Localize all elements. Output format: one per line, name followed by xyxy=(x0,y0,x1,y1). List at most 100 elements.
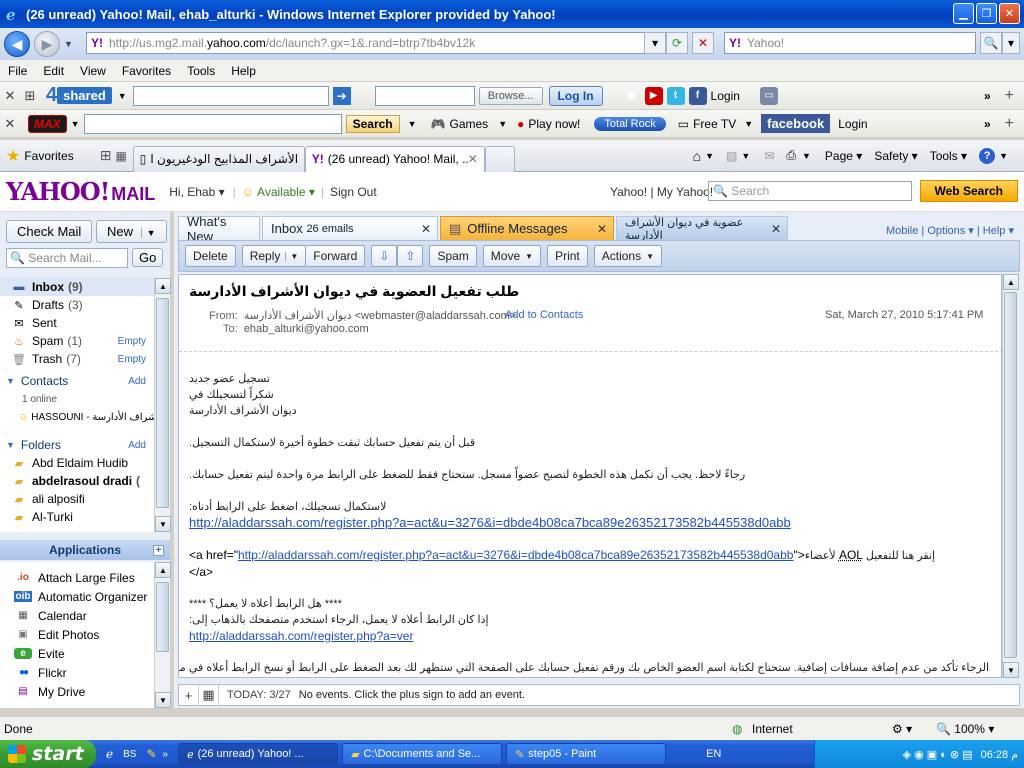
add-app-icon[interactable]: + xyxy=(153,544,164,556)
web-search-input[interactable]: 🔍 Search xyxy=(708,181,912,201)
folder-drafts[interactable]: ✎ Drafts (3) xyxy=(0,296,154,314)
home-icon[interactable]: ⌂ xyxy=(693,148,701,164)
youtube-icon[interactable]: ▶ xyxy=(644,86,663,105)
more-chevron-icon[interactable]: » xyxy=(984,89,991,103)
yahoo-mail-logo[interactable]: YAHOO! MAIL xyxy=(6,177,155,206)
safety-menu[interactable]: Safety ▾ xyxy=(874,149,917,163)
help-icon[interactable]: ? xyxy=(979,147,996,164)
facebook-login-link[interactable]: Login xyxy=(838,117,867,131)
task-paint[interactable]: ✎ step05 - Paint xyxy=(506,743,667,765)
app-edit-photos[interactable]: ▣ Edit Photos xyxy=(0,625,154,644)
restore-button[interactable]: ❐ xyxy=(976,3,997,24)
minimize-button[interactable]: ▁ xyxy=(953,3,974,24)
add2-icon[interactable]: + xyxy=(1005,115,1014,133)
browse-button[interactable]: Browse... xyxy=(478,86,543,105)
search-go-button[interactable]: Go xyxy=(132,248,164,267)
start-button[interactable]: start xyxy=(0,740,96,768)
close-window-button[interactable]: ✕ xyxy=(999,3,1020,24)
calendar-view-icon[interactable]: ▦ xyxy=(199,685,219,705)
web-search-button[interactable]: Web Search xyxy=(919,180,1018,202)
media-player-control[interactable]: Total Rock xyxy=(594,116,666,131)
verify-link[interactable]: http://aladdarssah.com/register.php?a=ve… xyxy=(189,628,989,644)
message-scrollbar[interactable]: ▲ ▼ xyxy=(1002,274,1020,678)
games-link[interactable]: Games xyxy=(450,117,489,131)
facebook-icon[interactable]: f xyxy=(688,86,707,105)
menu-tools[interactable]: Tools xyxy=(179,64,223,78)
previous-message-icon[interactable]: ⇧ xyxy=(397,245,424,267)
search-options-icon[interactable]: ▾ xyxy=(1002,32,1020,54)
close-offline-tab-icon[interactable]: ✕ xyxy=(597,222,607,236)
sender[interactable]: ديوان الأشراف الأدارسة <webmaster@aladda… xyxy=(244,310,516,322)
freetv-link[interactable]: Free TV xyxy=(693,117,736,131)
contacts-header[interactable]: ▼ Contacts Add xyxy=(0,372,154,390)
max-logo[interactable]: MAX xyxy=(28,114,67,133)
more-chevron2-icon[interactable]: » xyxy=(984,117,991,131)
toolbar-menu-icon[interactable]: ⊞ xyxy=(20,88,40,104)
add-event-icon[interactable]: + xyxy=(179,685,199,705)
refresh-icon[interactable]: ⟳ xyxy=(666,32,688,54)
apps-scroll-down-icon[interactable]: ▼ xyxy=(155,692,171,708)
add-to-contacts-link[interactable]: Add to Contacts xyxy=(505,309,583,321)
twitter-icon[interactable]: t xyxy=(666,86,685,105)
next-message-icon[interactable]: ⇩ xyxy=(371,245,398,267)
dropdown-icon[interactable]: ▼ xyxy=(118,91,127,101)
new-button[interactable]: New ▼ xyxy=(96,220,167,243)
4shared-logo[interactable]: shared xyxy=(57,87,112,104)
quicklaunch-ie-icon[interactable]: ℯ xyxy=(106,747,113,761)
close-message-tab-icon[interactable]: ✕ xyxy=(771,222,781,236)
menu-view[interactable]: View xyxy=(72,64,114,78)
close-tab-icon[interactable]: ✕ xyxy=(468,152,478,166)
folder-item[interactable]: ▰ Abd Eldaim Hudib xyxy=(0,454,154,472)
app-calendar[interactable]: ▦ Calendar xyxy=(0,606,154,625)
print-button[interactable]: Print xyxy=(547,245,588,267)
photo-icon[interactable]: ▣ xyxy=(623,87,641,105)
actions-button[interactable]: Actions ▼ xyxy=(593,245,663,267)
history-dropdown-icon[interactable]: ▼ xyxy=(64,39,73,49)
app-automatic-organizer[interactable]: oib Automatic Organizer xyxy=(0,587,154,606)
top-links[interactable]: Mobile | Options ▾ | Help ▾ xyxy=(886,224,1014,237)
file-input[interactable] xyxy=(374,85,475,106)
folder-trash[interactable]: 🗑 Trash (7) Empty xyxy=(0,350,154,368)
delete-button[interactable]: Delete xyxy=(185,245,236,267)
close-toolbar-icon[interactable]: ✕ xyxy=(0,88,20,104)
empty-trash-link[interactable]: Empty xyxy=(118,354,146,365)
favorites-button[interactable]: Favorites xyxy=(24,149,73,163)
folder-sent[interactable]: ✉ Sent xyxy=(0,314,154,332)
toolbar-login-link[interactable]: Login xyxy=(711,89,740,103)
search-go-icon[interactable]: 🔍 xyxy=(980,32,1002,54)
quicklaunch-more-icon[interactable]: » xyxy=(163,749,169,760)
search-mail-input[interactable]: 🔍 Search Mail... xyxy=(6,248,128,268)
close-toolbar2-icon[interactable]: ✕ xyxy=(0,116,20,132)
tools-menu[interactable]: Tools ▾ xyxy=(930,149,967,163)
folder-scrollbar[interactable]: ▲ ▼ xyxy=(154,278,171,532)
folder-inbox[interactable]: ▬ Inbox (9) xyxy=(0,278,154,296)
feeds-icon[interactable]: ▧ xyxy=(726,149,737,163)
quicklaunch-app-icon[interactable]: ✎ xyxy=(146,747,156,761)
greeting-menu[interactable]: Hi, Ehab ▾ xyxy=(169,185,224,199)
tray-icons[interactable]: ◈ ◉ ▣ ◐ ⊗ ▤ xyxy=(903,748,973,761)
4shared-login-button[interactable]: Log In xyxy=(548,85,603,106)
tab-message[interactable]: عضوية في ديوان الأشراف الأدارسة ✕ xyxy=(616,216,788,242)
close-inbox-tab-icon[interactable]: ✕ xyxy=(421,222,431,236)
max-search-button[interactable]: Search xyxy=(345,114,400,133)
browser-tab-2[interactable]: Y! (26 unread) Yahoo! Mail, ... ✕ xyxy=(304,145,485,172)
4shared-search-input[interactable] xyxy=(132,85,329,106)
reply-button[interactable]: Reply ▼ xyxy=(241,245,307,267)
home-dropdown-icon[interactable]: ▼ xyxy=(705,151,714,161)
stop-icon[interactable]: ✕ xyxy=(692,32,714,54)
availability-menu[interactable]: Available ▾ xyxy=(257,185,315,199)
zoom-control[interactable]: 🔍 100% ▾ xyxy=(936,722,994,736)
app-evite[interactable]: e Evite xyxy=(0,644,154,663)
address-bar[interactable]: Y! http://us.mg2.mail. yahoo.com/dc/launc… xyxy=(86,32,662,54)
forward-button[interactable]: ▶ xyxy=(34,31,60,57)
scroll-down-icon[interactable]: ▼ xyxy=(155,516,171,532)
add-folder-link[interactable]: Add xyxy=(128,440,146,451)
apps-scroll-up-icon[interactable]: ▲ xyxy=(155,562,171,578)
freetv-dropdown-icon[interactable]: ▼ xyxy=(744,119,753,129)
yahoo-links[interactable]: Yahoo! | My Yahoo! xyxy=(610,185,713,199)
folder-item[interactable]: ▰ Al-Turki xyxy=(0,508,154,526)
max-search-input[interactable] xyxy=(83,113,342,134)
task-explorer[interactable]: ▰ C:\Documents and Se... xyxy=(342,743,503,765)
empty-spam-link[interactable]: Empty xyxy=(118,336,146,347)
page-menu[interactable]: Page ▾ xyxy=(825,149,862,163)
